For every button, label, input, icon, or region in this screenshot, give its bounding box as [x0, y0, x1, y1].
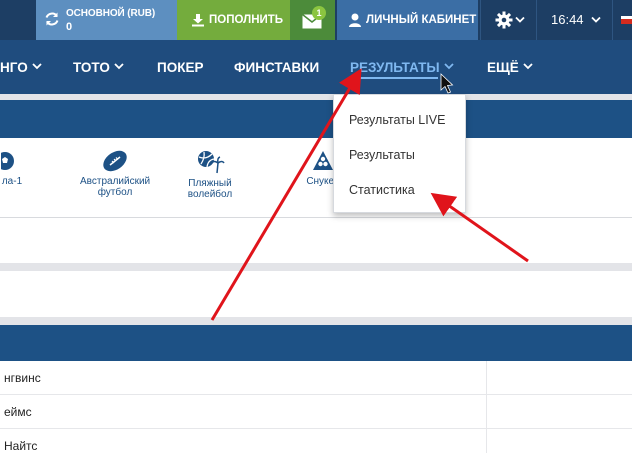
snooker-icon	[313, 151, 333, 170]
sport-beach-volleyball[interactable]: Пляжный волейбол	[178, 150, 242, 200]
column-divider	[486, 361, 487, 395]
gear-icon	[495, 11, 513, 29]
sport-soccer[interactable]: ла-1	[0, 150, 32, 187]
beach-volleyball-icon	[198, 151, 225, 174]
team-name: Найтс	[4, 439, 38, 453]
team-name: нгвинс	[4, 371, 41, 385]
empty-row	[0, 218, 632, 263]
nav-item-more[interactable]: ЕЩЁ	[487, 60, 533, 75]
table-row[interactable]: Найтс	[0, 429, 632, 453]
team-name: еймс	[4, 405, 32, 419]
column-divider	[486, 395, 487, 429]
nav-item-label: ЕЩЁ	[487, 60, 519, 75]
nav-item-label: ФИНСТАВКИ	[234, 60, 320, 75]
top-bar: ОСНОВНОЙ (RUB) 0 ПОПОЛНИТЬ 1 ЛИЧНЫЙ КАБИ…	[0, 0, 632, 40]
spacer	[0, 263, 632, 271]
nav-item-finbets[interactable]: ФИНСТАВКИ	[234, 60, 319, 75]
nav-item-label: НГО	[0, 60, 28, 75]
chevron-down-icon	[515, 16, 525, 23]
table-row[interactable]: еймс	[0, 395, 632, 429]
table-header	[0, 325, 632, 361]
results-dropdown: Результаты LIVE Результаты Статистика	[333, 94, 466, 213]
australian-football-icon	[103, 150, 127, 172]
sport-label: Пляжный волейбол	[187, 178, 233, 200]
soccer-ball-icon	[1, 152, 14, 170]
chevron-down-icon	[32, 63, 42, 70]
flag-icon	[621, 16, 632, 24]
nav-item-results[interactable]: РЕЗУЛЬТАТЫ	[350, 60, 454, 79]
download-icon	[192, 14, 204, 27]
time-selector[interactable]: 16:44	[536, 0, 611, 40]
section-header	[0, 100, 632, 138]
deposit-button[interactable]: ПОПОЛНИТЬ	[177, 0, 290, 40]
chevron-down-icon	[114, 63, 124, 70]
column-divider	[486, 429, 487, 453]
personal-account-label: ЛИЧНЫЙ КАБИНЕТ	[366, 14, 477, 26]
sports-bar: ла-1 Австралийский футбол Пляжный волейб…	[0, 138, 632, 217]
nav-item-bingo[interactable]: НГО	[0, 60, 42, 75]
deposit-label: ПОПОЛНИТЬ	[209, 14, 284, 26]
balance-amount: 0	[66, 21, 73, 33]
main-nav: НГО ТОТО ПОКЕР ФИНСТАВКИ РЕЗУЛЬТАТЫ ЕЩЁ	[0, 40, 632, 94]
spacer	[0, 317, 632, 325]
sport-label: Австралийский футбол	[80, 176, 151, 198]
balance-label: ОСНОВНОЙ (RUB)	[66, 8, 156, 19]
nav-item-label: ТОТО	[73, 60, 110, 75]
sport-australian-football[interactable]: Австралийский футбол	[80, 150, 150, 198]
dropdown-item-results[interactable]: Результаты	[349, 148, 415, 162]
chevron-down-icon	[591, 16, 601, 23]
nav-item-toto[interactable]: ТОТО	[73, 60, 124, 75]
active-underline	[350, 77, 438, 79]
personal-account-button[interactable]: ЛИЧНЫЙ КАБИНЕТ	[337, 0, 478, 40]
nav-item-label: РЕЗУЛЬТАТЫ	[350, 60, 440, 75]
language-selector[interactable]	[612, 0, 632, 40]
balance-widget[interactable]: ОСНОВНОЙ (RUB) 0	[36, 0, 177, 40]
nav-item-poker[interactable]: ПОКЕР	[157, 60, 203, 75]
chevron-down-icon	[443, 63, 454, 70]
unread-badge: 1	[312, 6, 326, 20]
sport-label: ла-1	[1, 176, 23, 187]
refresh-icon[interactable]	[44, 11, 60, 27]
nav-item-label: ПОКЕР	[157, 60, 204, 75]
current-time: 16:44	[551, 12, 584, 27]
chevron-down-icon	[523, 63, 533, 70]
empty-row	[0, 271, 632, 317]
table-row[interactable]: нгвинс	[0, 361, 632, 395]
dropdown-item-statistics[interactable]: Статистика	[349, 183, 415, 197]
messages-button[interactable]: 1	[290, 0, 335, 40]
user-icon	[349, 13, 361, 27]
settings-button[interactable]	[480, 0, 535, 40]
dropdown-item-results-live[interactable]: Результаты LIVE	[349, 113, 445, 127]
